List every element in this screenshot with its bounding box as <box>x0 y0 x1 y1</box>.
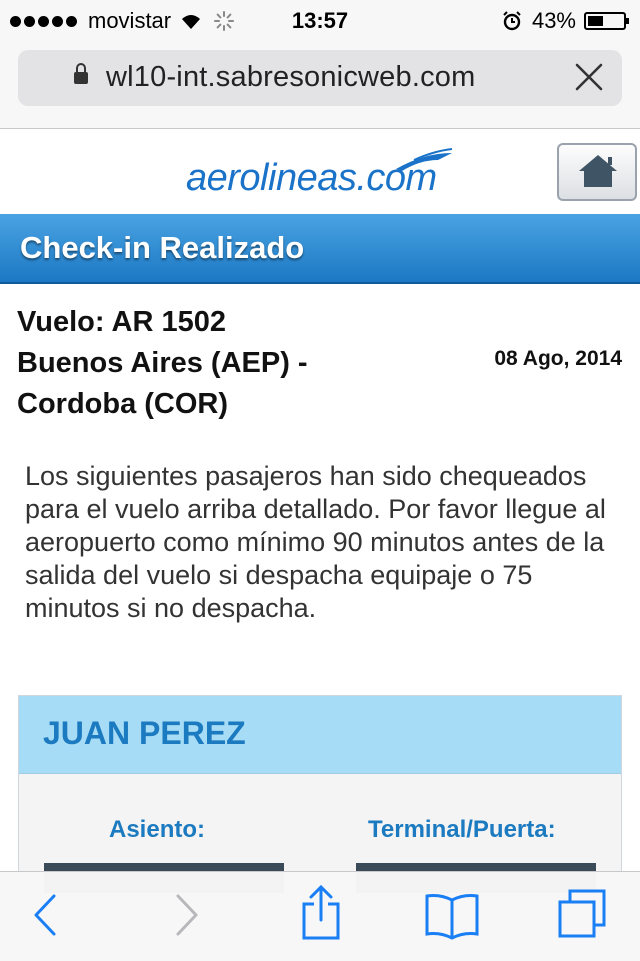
passenger-name: JUAN PEREZ <box>43 715 246 751</box>
battery-icon <box>584 12 629 30</box>
back-icon[interactable] <box>30 890 60 940</box>
address-bar[interactable]: wl10-int.sabresonicweb.com <box>18 50 622 106</box>
logo-wing-icon <box>396 148 453 171</box>
bookmarks-icon[interactable] <box>424 892 480 940</box>
share-icon[interactable] <box>300 884 342 942</box>
stop-loading-icon[interactable] <box>572 60 606 94</box>
status-bar: movistar 13:57 43% <box>0 0 640 40</box>
flight-info: Vuelo: AR 1502 Buenos Aires (AEP) - Cord… <box>17 302 308 425</box>
alarm-icon <box>503 11 521 31</box>
route-origin: Buenos Aires (AEP) - <box>17 347 308 379</box>
page-title-band: Check-in Realizado <box>0 214 640 284</box>
url-text[interactable]: wl10-int.sabresonicweb.com <box>106 61 475 94</box>
site-header: aerolineas.com <box>0 129 640 214</box>
route-destination: Cordoba (COR) <box>17 388 229 420</box>
battery-percent: 43% <box>531 8 576 33</box>
checkin-description: Los siguientes pasajeros han sido cheque… <box>25 461 606 623</box>
terminal-gate-label: Terminal/Puerta: <box>368 816 556 843</box>
page-title: Check-in Realizado <box>20 230 305 265</box>
home-button[interactable] <box>557 143 637 201</box>
lock-icon <box>74 63 88 84</box>
forward-icon[interactable] <box>172 890 202 940</box>
browser-address-area: wl10-int.sabresonicweb.com <box>0 40 640 129</box>
browser-toolbar <box>0 871 640 961</box>
seat-label: Asiento: <box>109 816 205 843</box>
battery-area: 43% <box>502 8 629 34</box>
home-icon <box>579 155 617 187</box>
passenger-header: JUAN PEREZ <box>19 696 621 774</box>
flight-date: 08 Ago, 2014 <box>494 347 622 370</box>
flight-number: Vuelo: AR 1502 <box>17 306 226 338</box>
tabs-icon[interactable] <box>556 888 608 940</box>
